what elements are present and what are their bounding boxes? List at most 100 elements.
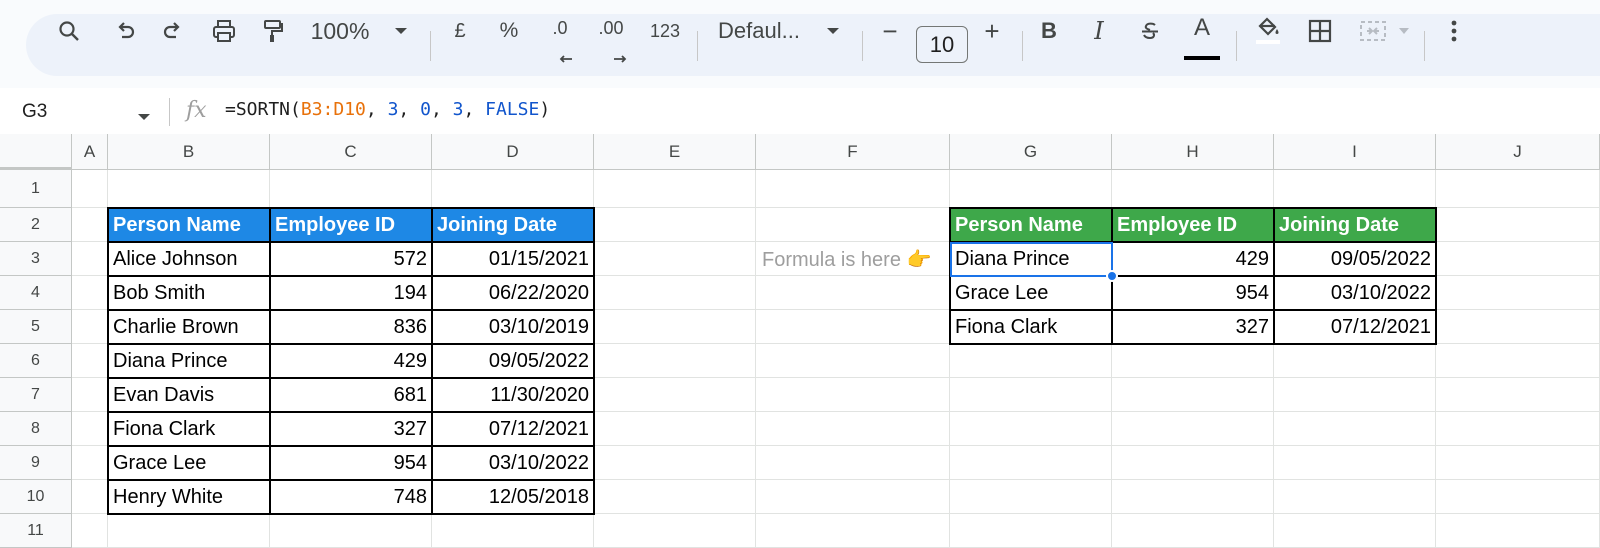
search-icon[interactable] [52,0,86,62]
source-table-cell[interactable]: 327 [270,412,432,446]
source-table-border [269,207,271,515]
column-header-b[interactable]: B [108,134,270,170]
fill-handle[interactable] [1106,270,1118,282]
row-header-10[interactable]: 10 [0,480,72,514]
column-header-c[interactable]: C [270,134,432,170]
row-header-11[interactable]: 11 [0,514,72,548]
currency-button[interactable]: £ [448,0,472,62]
column-header-f[interactable]: F [756,134,950,170]
source-table-cell[interactable]: 12/05/2018 [432,480,594,514]
fill-color-icon[interactable] [1250,0,1286,62]
source-table-cell[interactable]: 429 [270,344,432,378]
strikethrough-icon[interactable] [1136,0,1164,62]
row-header-2[interactable]: 2 [0,208,72,242]
source-table-cell[interactable]: 03/10/2022 [432,446,594,480]
result-table-cell[interactable]: 07/12/2021 [1274,310,1436,344]
source-table-cell[interactable]: 954 [270,446,432,480]
font-size-increase-button[interactable]: + [980,0,1004,62]
result-table-cell[interactable]: 09/05/2022 [1274,242,1436,276]
row-header-1[interactable]: 1 [0,170,72,208]
source-table-border [431,207,433,515]
paint-format-icon[interactable] [256,0,290,62]
source-table-cell[interactable]: Diana Prince [108,344,270,378]
source-table-cell[interactable]: 09/05/2022 [432,344,594,378]
source-table-header-cell[interactable]: Employee ID [270,208,432,242]
source-table-header-cell[interactable]: Joining Date [432,208,594,242]
column-header-a[interactable]: A [72,134,108,170]
select-all-corner[interactable] [0,134,72,170]
fx-icon: fx [186,98,207,123]
font-size-decrease-button[interactable]: − [878,0,902,62]
source-table-border [107,513,595,515]
formula-token: B3:D10 [300,99,366,120]
font-dropdown-icon[interactable] [822,0,844,62]
column-header-h[interactable]: H [1112,134,1274,170]
toolbar-separator [430,31,431,61]
result-table-header-cell[interactable]: Employee ID [1112,208,1274,242]
source-table-cell[interactable]: 03/10/2019 [432,310,594,344]
source-table-cell[interactable]: Charlie Brown [108,310,270,344]
result-table-cell[interactable]: 327 [1112,310,1274,344]
row-header-3[interactable]: 3 [0,242,72,276]
font-size-input[interactable]: 10 [916,26,968,63]
formula-token: 3 [452,99,464,120]
source-table-border [107,343,595,345]
row-header-5[interactable]: 5 [0,310,72,344]
redo-icon[interactable] [156,0,190,62]
active-cell-selection[interactable] [950,242,1113,277]
source-table-cell[interactable]: Alice Johnson [108,242,270,276]
source-table-cell[interactable]: Henry White [108,480,270,514]
source-table-cell[interactable]: Fiona Clark [108,412,270,446]
source-table-cell[interactable]: 836 [270,310,432,344]
result-table-cell[interactable]: 954 [1112,276,1274,310]
source-table-cell[interactable]: 572 [270,242,432,276]
source-table-cell[interactable]: Grace Lee [108,446,270,480]
number-format-button[interactable]: 123 [646,0,684,62]
print-icon[interactable] [207,0,241,62]
row-header-6[interactable]: 6 [0,344,72,378]
result-table-cell[interactable]: 429 [1112,242,1274,276]
row-header-7[interactable]: 7 [0,378,72,412]
merge-dropdown-icon[interactable] [1394,0,1414,62]
source-table-header-cell[interactable]: Person Name [108,208,270,242]
bold-button[interactable]: B [1036,0,1062,62]
formula-input[interactable]: =SORTN(B3:D10, 3, 0, 3, FALSE) [225,99,550,120]
zoom-select[interactable]: 100% [308,0,372,62]
source-table-cell[interactable]: 01/15/2021 [432,242,594,276]
column-header-g[interactable]: G [950,134,1112,170]
source-table-border [107,207,109,515]
source-table-border [107,479,595,481]
borders-icon[interactable] [1304,0,1336,62]
source-table-cell[interactable]: Bob Smith [108,276,270,310]
source-table-cell[interactable]: 07/12/2021 [432,412,594,446]
result-table-cell[interactable]: 03/10/2022 [1274,276,1436,310]
result-table-header-cell[interactable]: Person Name [950,208,1112,242]
row-header-8[interactable]: 8 [0,412,72,446]
font-select[interactable]: Defaul... [718,0,814,62]
result-table-header-cell[interactable]: Joining Date [1274,208,1436,242]
undo-icon[interactable] [108,0,142,62]
source-table-cell[interactable]: Evan Davis [108,378,270,412]
result-table-cell[interactable]: Fiona Clark [950,310,1112,344]
text-color-icon[interactable]: A [1184,0,1220,62]
source-table-cell[interactable]: 06/22/2020 [432,276,594,310]
merge-cells-icon[interactable] [1356,0,1390,62]
zoom-dropdown-icon[interactable] [390,0,412,62]
result-table-cell[interactable]: Grace Lee [950,276,1112,310]
italic-button[interactable]: I [1086,0,1112,62]
name-box-dropdown-icon[interactable] [137,108,151,126]
formula-token: , [365,99,388,120]
column-header-j[interactable]: J [1436,134,1600,170]
toolbar-separator [1424,31,1425,61]
source-table-cell[interactable]: 11/30/2020 [432,378,594,412]
row-header-9[interactable]: 9 [0,446,72,480]
source-table-cell[interactable]: 681 [270,378,432,412]
column-header-i[interactable]: I [1274,134,1436,170]
source-table-cell[interactable]: 194 [270,276,432,310]
more-icon[interactable] [1444,0,1464,62]
column-header-e[interactable]: E [594,134,756,170]
row-header-4[interactable]: 4 [0,276,72,310]
column-header-d[interactable]: D [432,134,594,170]
percent-button[interactable]: % [496,0,522,62]
source-table-cell[interactable]: 748 [270,480,432,514]
